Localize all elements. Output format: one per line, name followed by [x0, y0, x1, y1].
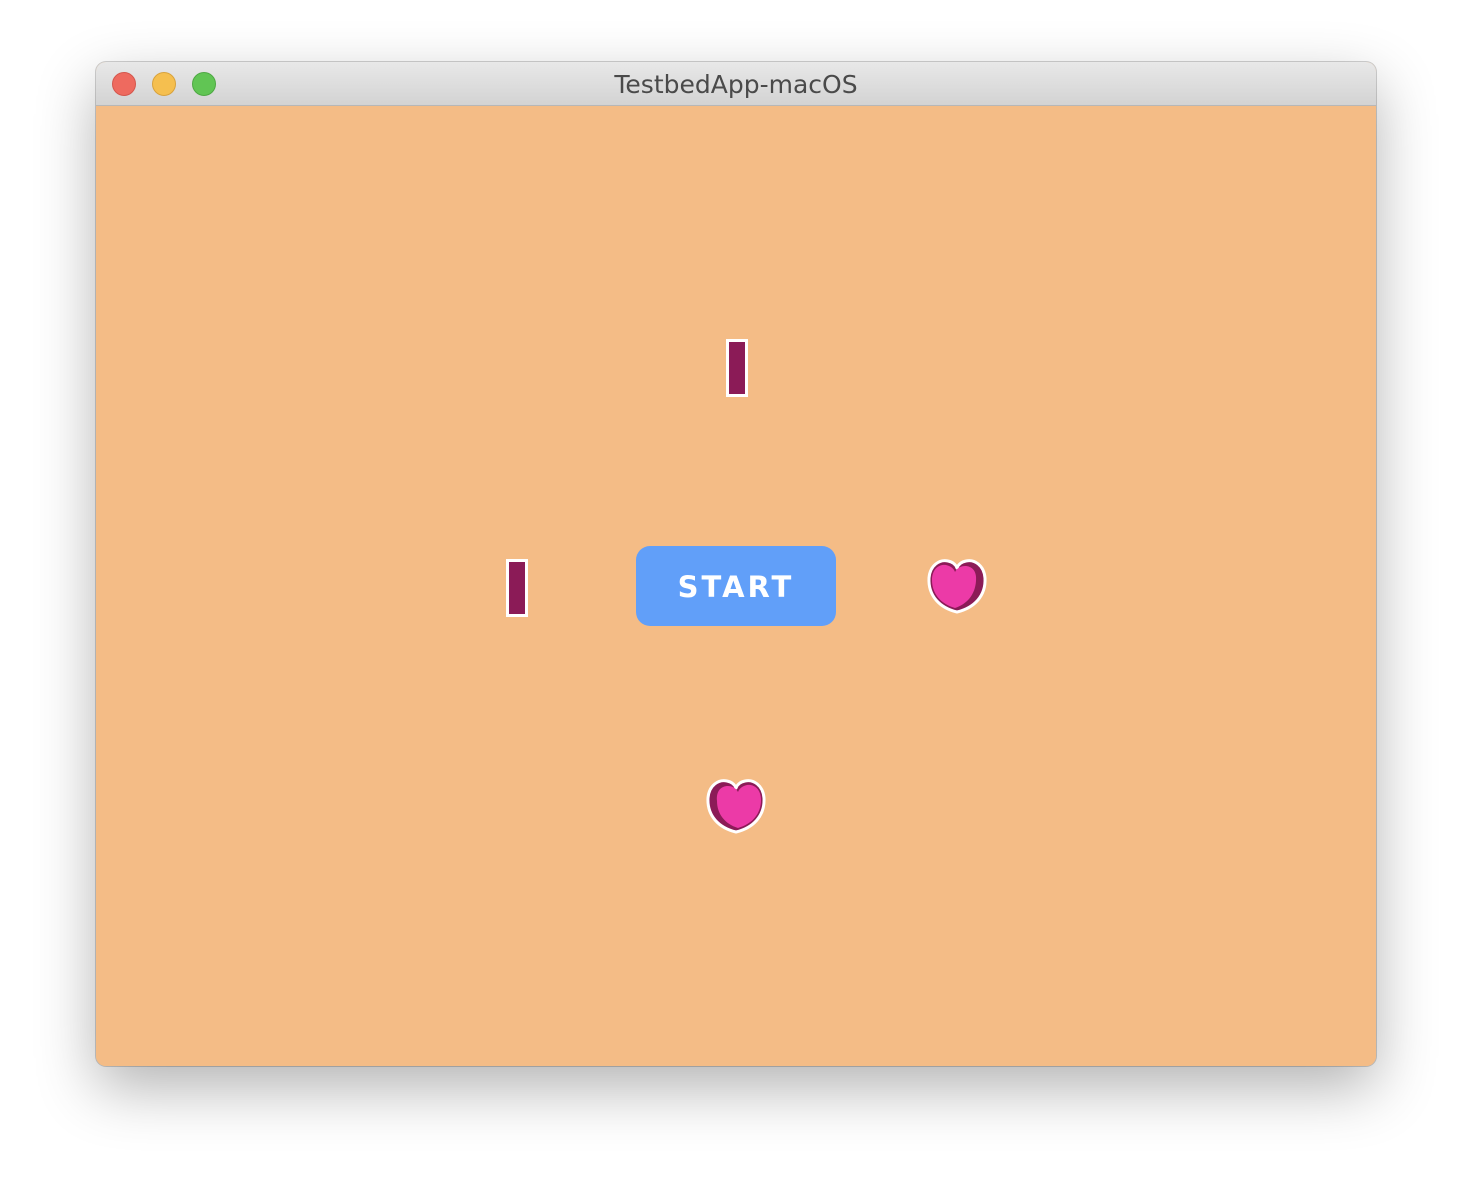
heart-icon: [706, 779, 766, 834]
game-canvas[interactable]: START: [96, 106, 1376, 1066]
bar-icon: [506, 559, 528, 617]
title-bar[interactable]: TestbedApp-macOS: [96, 62, 1376, 106]
window-title: TestbedApp-macOS: [614, 70, 858, 99]
start-button[interactable]: START: [636, 546, 836, 626]
app-window: TestbedApp-macOS START: [96, 62, 1376, 1066]
bar-icon: [726, 339, 748, 397]
heart-icon: [927, 559, 987, 614]
